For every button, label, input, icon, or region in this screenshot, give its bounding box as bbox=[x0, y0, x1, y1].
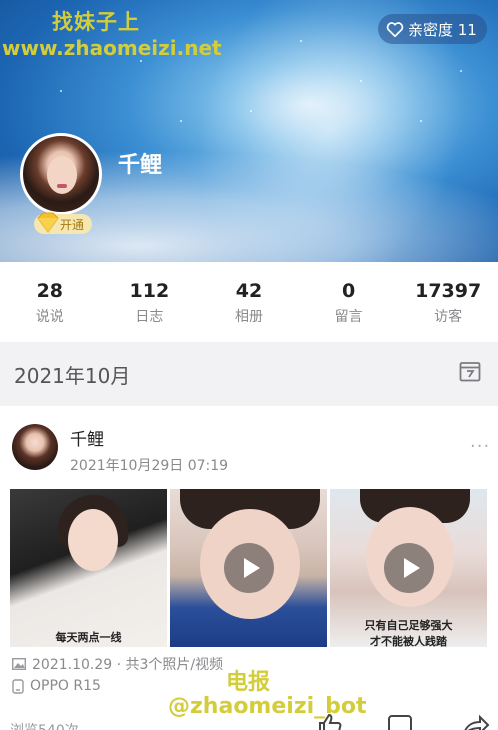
album-info[interactable]: 2021.10.29 · 共3个照片/视频 bbox=[12, 654, 223, 674]
profile-avatar[interactable] bbox=[20, 133, 102, 215]
watermark-line3: 电报 bbox=[226, 670, 271, 695]
post-video-1[interactable] bbox=[170, 489, 327, 647]
intimacy-badge[interactable]: 亲密度 11 bbox=[378, 14, 487, 44]
stat-label: 日志 bbox=[135, 309, 164, 325]
stat-shuoshuo[interactable]: 28 说说 bbox=[0, 262, 100, 342]
intimacy-label: 亲密度 11 bbox=[408, 20, 477, 39]
stat-value: 17397 bbox=[415, 280, 482, 302]
more-options-icon[interactable]: ··· bbox=[470, 436, 490, 457]
profile-name: 千鲤 bbox=[118, 153, 163, 178]
stat-liuyan[interactable]: 0 留言 bbox=[299, 262, 399, 342]
stat-label: 留言 bbox=[334, 309, 363, 325]
stat-rizhi[interactable]: 112 日志 bbox=[100, 262, 200, 342]
stats-bar: 28 说说 112 日志 42 相册 0 留言 17397 访客 bbox=[0, 262, 498, 342]
share-icon[interactable] bbox=[460, 712, 490, 730]
month-header: 2021年10月 bbox=[0, 343, 498, 405]
post-author-avatar[interactable] bbox=[12, 424, 58, 470]
photo-caption: 只有自己足够强大 bbox=[364, 619, 453, 632]
stat-value: 42 bbox=[235, 280, 263, 302]
stat-label: 相册 bbox=[234, 309, 263, 325]
stat-fangke[interactable]: 17397 访客 bbox=[398, 262, 498, 342]
photo-caption: 每天两点一线 bbox=[55, 631, 122, 644]
post-video-2[interactable]: 只有自己足够强大 才不能被人践踏 bbox=[330, 489, 487, 647]
post-photo-1[interactable]: 每天两点一线 bbox=[10, 489, 167, 647]
watermark-line2: www.zhaomeizi.net bbox=[2, 36, 222, 60]
calendar-icon[interactable] bbox=[459, 360, 481, 382]
image-icon bbox=[12, 658, 26, 670]
comment-icon[interactable] bbox=[386, 712, 416, 730]
stat-label: 说说 bbox=[35, 309, 64, 325]
stat-value: 28 bbox=[36, 280, 64, 302]
device-name: OPPO R15 bbox=[30, 678, 101, 694]
vip-badge[interactable]: 开通 bbox=[34, 212, 93, 234]
heart-icon bbox=[386, 22, 404, 37]
play-icon bbox=[384, 543, 434, 593]
album-info-text: 2021.10.29 · 共3个照片/视频 bbox=[32, 657, 224, 673]
play-icon bbox=[224, 543, 274, 593]
post-author-name[interactable]: 千鲤 bbox=[70, 425, 104, 450]
profile-page: 找妹子上 www.zhaomeizi.net 亲密度 11 开通 千鲤 28 说… bbox=[0, 0, 498, 730]
watermark-line1: 找妹子上 bbox=[52, 10, 140, 34]
phone-icon bbox=[12, 678, 24, 694]
stat-xiangce[interactable]: 42 相册 bbox=[199, 262, 299, 342]
device-info: OPPO R15 bbox=[12, 678, 101, 694]
photo-caption: 才不能被人践踏 bbox=[370, 635, 447, 647]
view-count: 浏览540次 bbox=[10, 720, 79, 730]
stat-value: 112 bbox=[129, 280, 170, 302]
month-label: 2021年10月 bbox=[14, 364, 131, 388]
stat-value: 0 bbox=[341, 280, 356, 302]
stat-label: 访客 bbox=[434, 309, 463, 325]
diamond-icon bbox=[37, 212, 59, 233]
vip-badge-label: 开通 bbox=[60, 217, 85, 232]
like-icon[interactable] bbox=[314, 712, 344, 730]
post-time: 2021年10月29日 07:19 bbox=[70, 458, 229, 474]
